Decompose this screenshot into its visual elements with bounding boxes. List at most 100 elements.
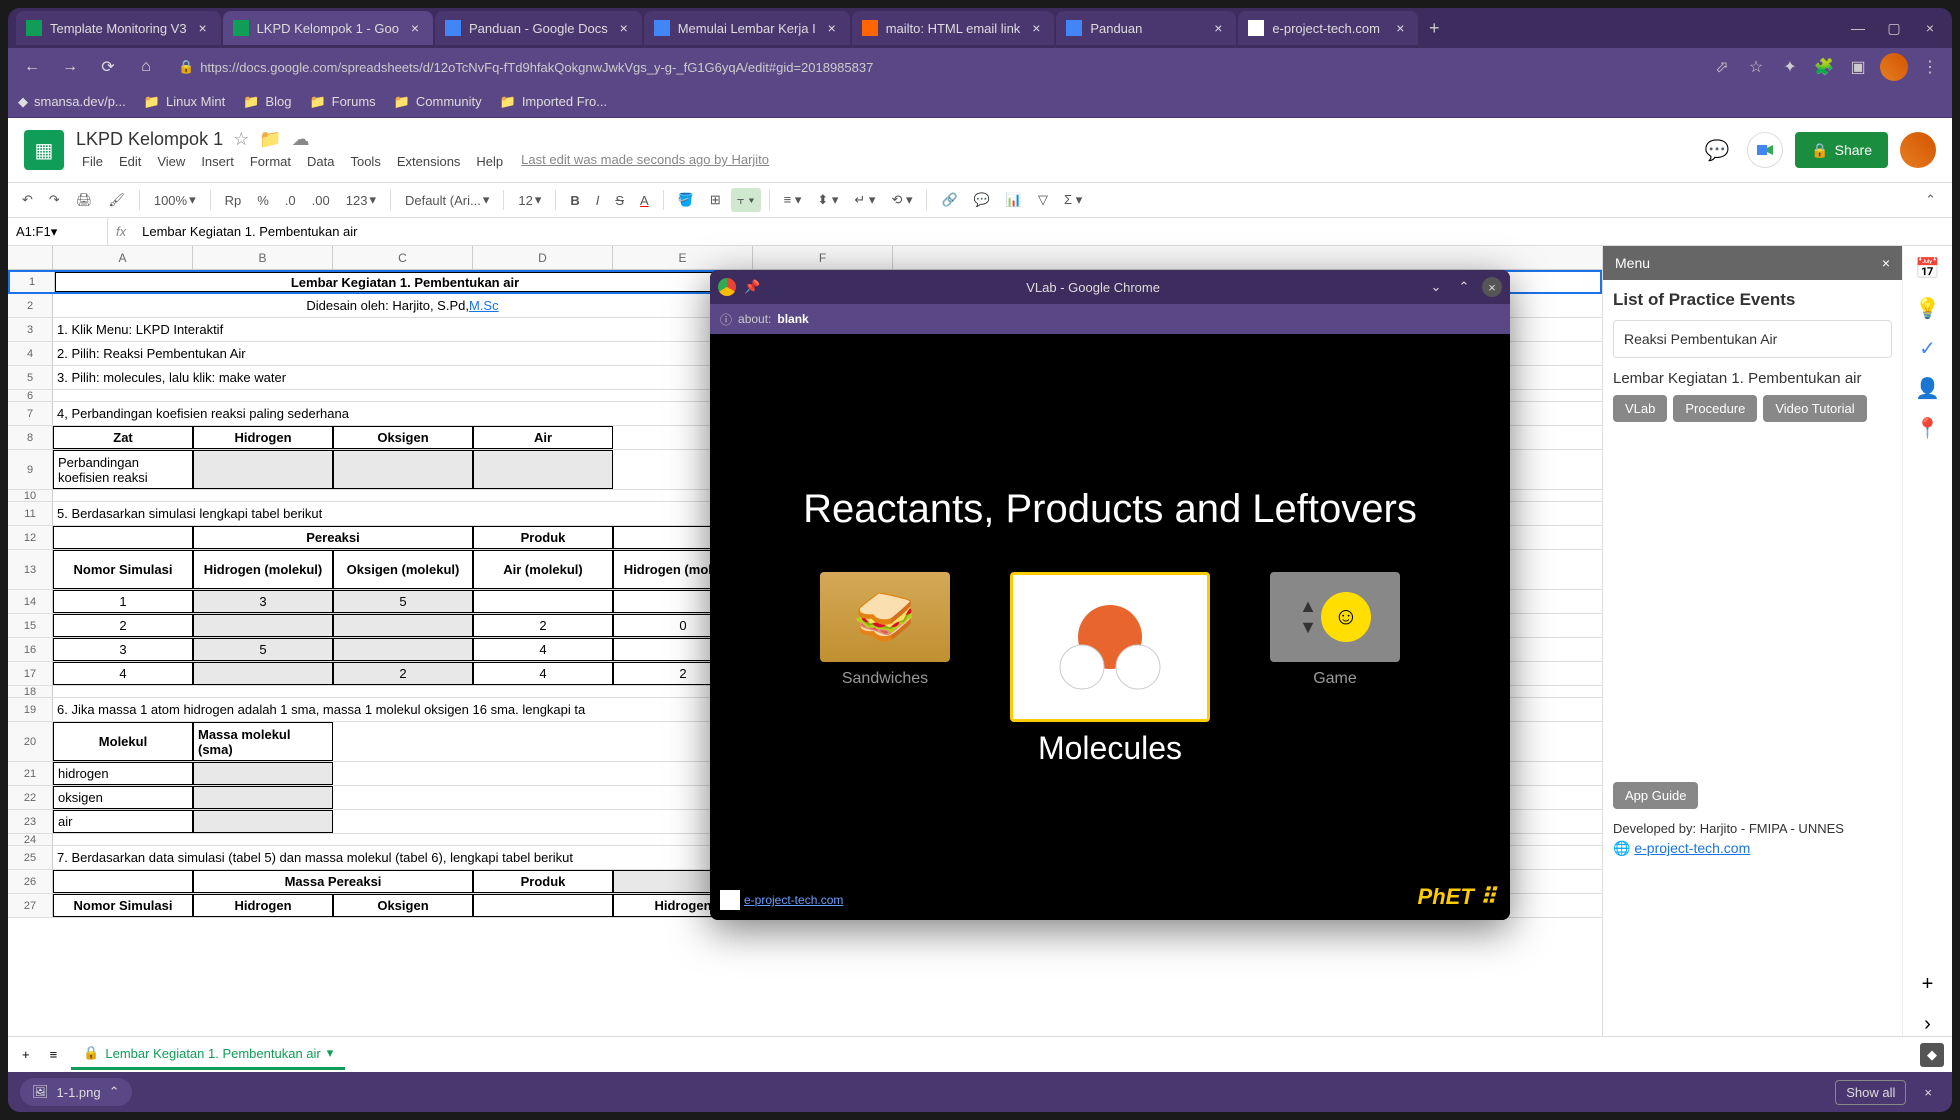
extension-icon[interactable]: ✦: [1778, 55, 1802, 79]
cell[interactable]: 2. Pilih: Reaksi Pembentukan Air: [53, 342, 753, 365]
valign-button[interactable]: ⬍ ▾: [811, 188, 844, 212]
close-icon[interactable]: ×: [824, 20, 840, 36]
reload-button[interactable]: ⟳: [94, 53, 122, 81]
cell[interactable]: 3. Pilih: molecules, lalu klik: make wat…: [53, 366, 753, 389]
cell[interactable]: Oksigen (molekul): [333, 550, 473, 589]
cell[interactable]: Hidrogen: [193, 426, 333, 449]
menu-tools[interactable]: Tools: [344, 152, 386, 171]
cell-reference-input[interactable]: A1:F1 ▾: [8, 218, 108, 245]
tab-template-monitoring[interactable]: Template Monitoring V3×: [16, 11, 221, 45]
folder-icon[interactable]: 📁: [259, 129, 281, 150]
tab-mailto[interactable]: mailto: HTML email link×: [852, 11, 1055, 45]
tab-panduan2[interactable]: Panduan×: [1056, 11, 1236, 45]
bold-button[interactable]: B: [564, 189, 585, 212]
hide-rail-icon[interactable]: ›: [1916, 1012, 1940, 1036]
pin-icon[interactable]: 📌: [744, 279, 760, 295]
tab-lkpd-kelompok[interactable]: LKPD Kelompok 1 - Goo×: [223, 11, 433, 45]
maps-icon[interactable]: 📍: [1916, 416, 1940, 440]
bookmark-linuxmint[interactable]: 📁 Linux Mint: [144, 94, 225, 110]
document-title[interactable]: LKPD Kelompok 1 ☆ 📁 ☁: [76, 129, 1687, 150]
cell[interactable]: oksigen: [53, 786, 193, 809]
tab-memulai[interactable]: Memulai Lembar Kerja I×: [644, 11, 850, 45]
cell[interactable]: 4: [473, 638, 613, 661]
practice-event-item[interactable]: Reaksi Pembentukan Air: [1613, 320, 1892, 358]
cell[interactable]: Massa molekul (sma): [193, 722, 333, 761]
cell[interactable]: Massa Pereaksi: [193, 870, 473, 893]
link-button[interactable]: 🔗: [935, 188, 963, 212]
menu-file[interactable]: File: [76, 152, 109, 171]
strikethrough-button[interactable]: S: [609, 189, 630, 212]
col-header-d[interactable]: D: [473, 246, 613, 269]
menu-data[interactable]: Data: [301, 152, 340, 171]
cell[interactable]: [53, 490, 753, 501]
url-input[interactable]: 🔒https://docs.google.com/spreadsheets/d/…: [170, 53, 1700, 81]
share-button[interactable]: 🔒 Share: [1795, 132, 1888, 168]
home-button[interactable]: ⌂: [132, 53, 160, 81]
vlab-footer-link[interactable]: e-project-tech.com: [720, 890, 843, 910]
collapse-toolbar-button[interactable]: ⌃: [1917, 188, 1944, 212]
menu-extensions[interactable]: Extensions: [391, 152, 467, 171]
bookmark-community[interactable]: 📁 Community: [394, 94, 482, 110]
cell[interactable]: Lembar Kegiatan 1. Pembentukan air: [55, 272, 755, 292]
menu-icon[interactable]: ⋮: [1918, 55, 1942, 79]
close-icon[interactable]: ×: [616, 20, 632, 36]
fontsize-select[interactable]: 12 ▾: [512, 188, 547, 212]
cell[interactable]: Hidrogen (molekul): [193, 550, 333, 589]
cell[interactable]: [193, 614, 333, 637]
cloud-icon[interactable]: ☁: [292, 129, 310, 150]
col-header-f[interactable]: F: [753, 246, 893, 269]
bookmark-blog[interactable]: 📁 Blog: [243, 94, 291, 110]
close-download-bar-icon[interactable]: ×: [1916, 1085, 1940, 1100]
maximize-button[interactable]: ▢: [1880, 14, 1908, 42]
sheet-tab-lembar[interactable]: 🔒Lembar Kegiatan 1. Pembentukan air ▾: [71, 1039, 345, 1070]
cell[interactable]: [193, 810, 333, 833]
close-icon[interactable]: ×: [1028, 20, 1044, 36]
cell[interactable]: 2: [473, 614, 613, 637]
cell[interactable]: 6. Jika massa 1 atom hidrogen adalah 1 s…: [53, 698, 753, 721]
reading-list-icon[interactable]: ▣: [1846, 55, 1870, 79]
cell[interactable]: 1. Klik Menu: LKPD Interaktif: [53, 318, 753, 341]
menu-edit[interactable]: Edit: [113, 152, 147, 171]
contacts-icon[interactable]: 👤: [1916, 376, 1940, 400]
cell[interactable]: 4: [473, 662, 613, 685]
phet-logo[interactable]: PhET ⠿: [1418, 884, 1496, 910]
video-tutorial-button[interactable]: Video Tutorial: [1763, 395, 1866, 422]
add-sheet-button[interactable]: +: [16, 1043, 36, 1066]
cell[interactable]: Zat: [53, 426, 193, 449]
cell[interactable]: [473, 894, 613, 917]
filter-button[interactable]: ▽: [1032, 188, 1054, 212]
profile-avatar[interactable]: [1880, 53, 1908, 81]
close-panel-icon[interactable]: ×: [1882, 255, 1890, 271]
chart-button[interactable]: 📊: [1000, 188, 1028, 212]
font-select[interactable]: Default (Ari... ▾: [399, 188, 495, 212]
cell[interactable]: 5: [193, 638, 333, 661]
close-icon[interactable]: ×: [407, 20, 423, 36]
cell[interactable]: 5: [333, 590, 473, 613]
italic-button[interactable]: I: [590, 189, 606, 212]
wrap-button[interactable]: ↵ ▾: [848, 188, 881, 212]
menu-view[interactable]: View: [151, 152, 191, 171]
procedure-button[interactable]: Procedure: [1673, 395, 1757, 422]
undo-button[interactable]: ↶: [16, 188, 39, 212]
close-icon[interactable]: ×: [1210, 20, 1226, 36]
vlab-option-game[interactable]: ▲▼☺ Game: [1270, 572, 1400, 688]
cell[interactable]: Molekul: [53, 722, 193, 761]
show-all-button[interactable]: Show all: [1835, 1080, 1906, 1105]
menu-help[interactable]: Help: [470, 152, 509, 171]
cell[interactable]: 4: [53, 662, 193, 685]
text-color-button[interactable]: A: [634, 189, 655, 212]
menu-insert[interactable]: Insert: [195, 152, 240, 171]
meet-icon[interactable]: [1747, 132, 1783, 168]
popup-close-icon[interactable]: ×: [1482, 277, 1502, 297]
cell[interactable]: 1: [53, 590, 193, 613]
comment-button[interactable]: 💬: [968, 188, 996, 212]
sheets-logo-icon[interactable]: ▦: [24, 130, 64, 170]
cell[interactable]: [193, 450, 333, 489]
cell[interactable]: [53, 686, 753, 697]
col-header-b[interactable]: B: [193, 246, 333, 269]
zoom-select[interactable]: 100% ▾: [148, 188, 202, 212]
minimize-button[interactable]: —: [1844, 14, 1872, 42]
cell[interactable]: [53, 390, 753, 401]
explore-button[interactable]: ◆: [1920, 1043, 1944, 1067]
vlab-button[interactable]: VLab: [1613, 395, 1667, 422]
